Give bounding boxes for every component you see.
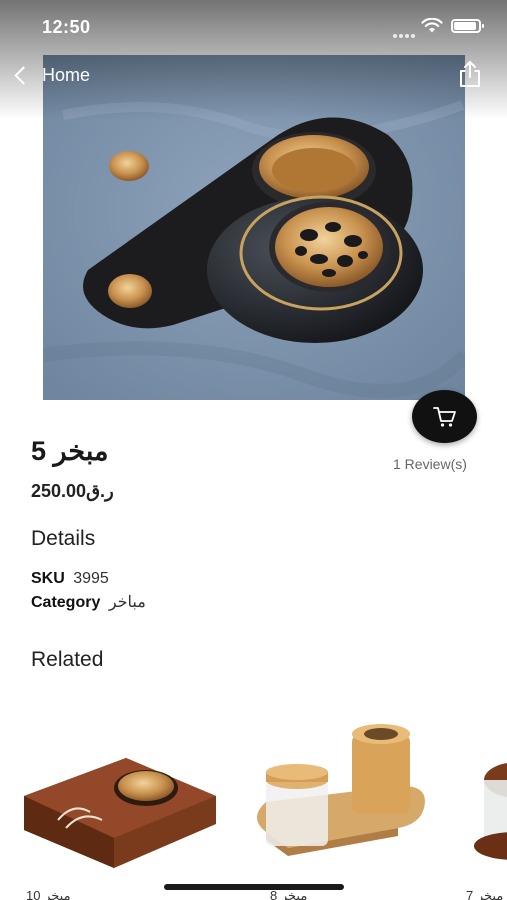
cellular-signal-icon (393, 25, 417, 43)
sku-value: 3995 (73, 570, 109, 587)
chevron-left-icon (14, 65, 33, 85)
battery-icon (451, 19, 484, 33)
cart-icon (432, 406, 456, 427)
navigation-bar: Home (0, 56, 507, 94)
wifi-icon (421, 18, 443, 33)
back-label: Home (42, 64, 91, 85)
sku-label: SKU (31, 570, 65, 587)
related-product-image (257, 724, 425, 856)
status-time: 12:50 (42, 17, 91, 37)
back-button[interactable]: Home (12, 62, 90, 88)
related-product-name: مبخر 10 (26, 888, 71, 900)
category-row: Category مباخر (31, 592, 146, 612)
related-heading: Related (31, 648, 104, 671)
related-product-card[interactable] (18, 700, 228, 900)
related-product-card[interactable] (248, 700, 458, 900)
related-products-carousel[interactable]: مبخر 10 مبخر 8 مبخر 7 (0, 700, 507, 900)
related-product-name: مبخر 7 (466, 888, 504, 900)
related-product-image (474, 762, 507, 860)
sku-row: SKU 3995 (31, 570, 109, 588)
related-product-image (24, 758, 216, 868)
product-title: مبخر 5 (31, 436, 109, 466)
status-bar: 12:50 (0, 0, 507, 50)
review-count-link[interactable]: 1 Review(s) (393, 456, 467, 472)
product-price: 250.00ر.ق (31, 481, 114, 501)
category-label: Category (31, 594, 101, 611)
share-icon[interactable] (457, 60, 483, 88)
home-indicator (164, 884, 344, 890)
details-heading: Details (31, 527, 96, 550)
add-to-cart-button[interactable] (412, 390, 477, 443)
related-product-card[interactable] (468, 700, 507, 900)
category-value[interactable]: مباخر (109, 594, 146, 611)
